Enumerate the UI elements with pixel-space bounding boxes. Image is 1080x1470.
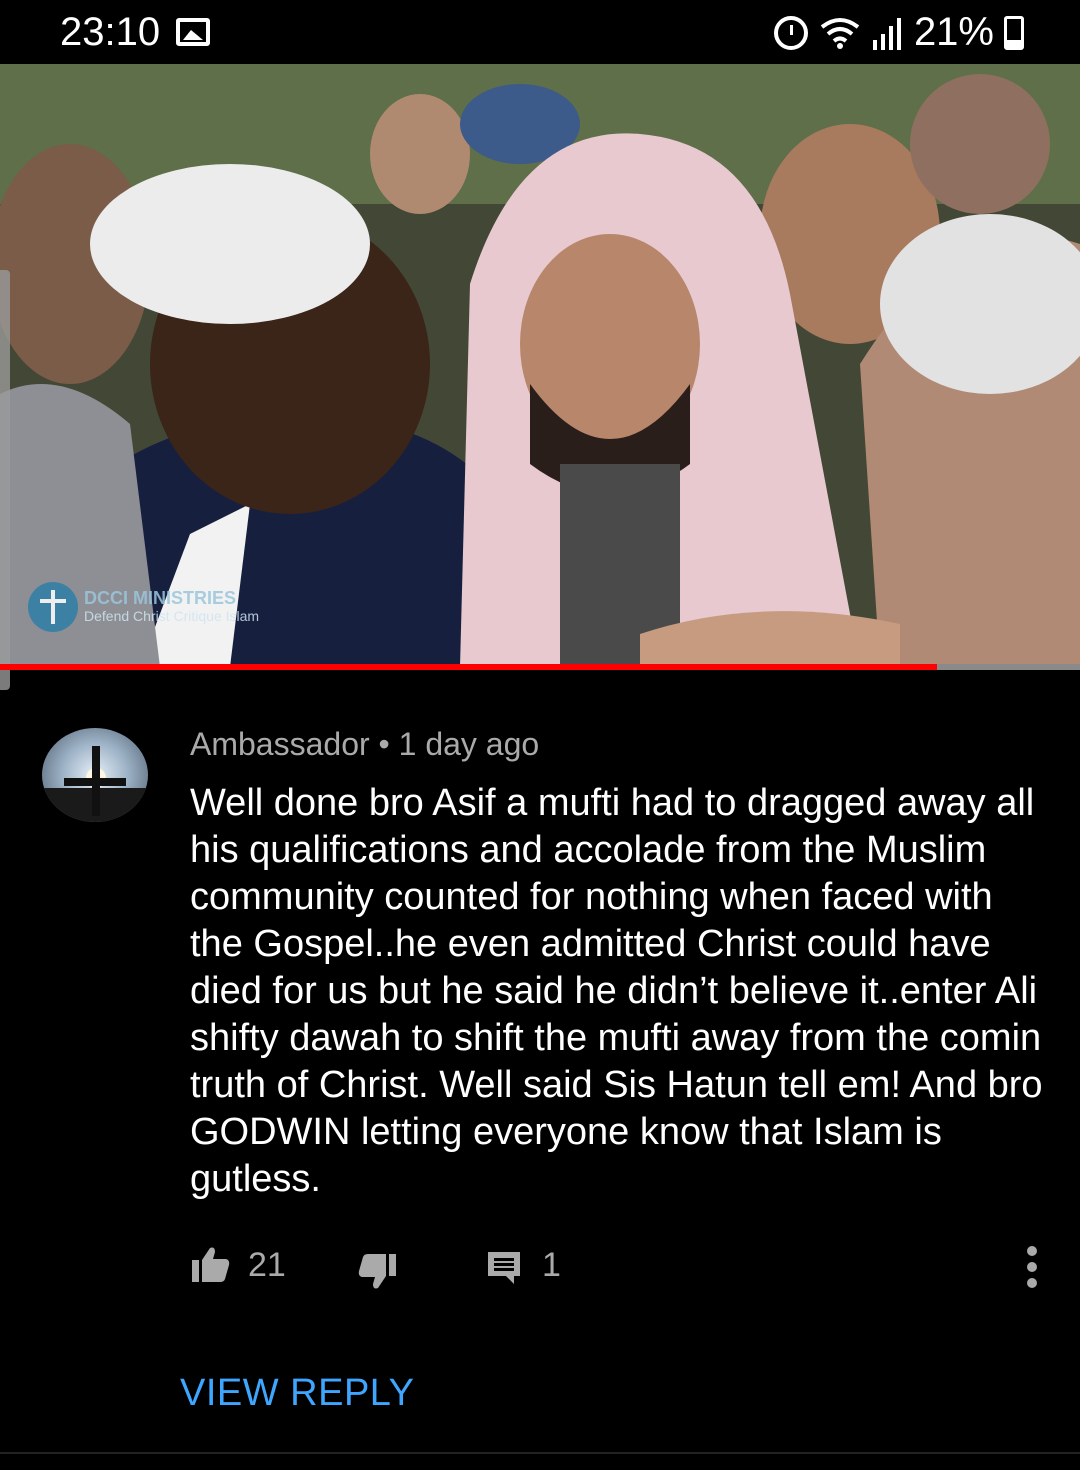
video-progress-bar[interactable] [0, 664, 1080, 670]
watermark-subtitle: Defend Christ Critique Islam [84, 608, 260, 625]
more-options-icon[interactable] [1026, 1246, 1038, 1288]
status-time: 23:10 [60, 10, 161, 54]
battery-icon [1004, 15, 1024, 50]
view-reply-button[interactable]: VIEW REPLY [180, 1372, 414, 1415]
thumbs-up-icon[interactable] [190, 1244, 230, 1284]
reply-icon[interactable] [486, 1250, 522, 1286]
video-frame [0, 64, 1080, 667]
avatar[interactable] [42, 728, 148, 822]
comment-time[interactable]: 1 day ago [399, 726, 540, 762]
comment-actions: 21 1 [190, 1242, 1050, 1292]
comment-author[interactable]: Ambassador [190, 726, 370, 762]
reply-count: 1 [542, 1246, 561, 1284]
watermark-logo-icon [28, 582, 78, 632]
status-bar: 23:10 21% [0, 0, 1080, 64]
signal-icon [872, 17, 901, 50]
video-player[interactable]: DCCI MINISTRIES Defend Christ Critique I… [0, 64, 1080, 667]
channel-watermark: DCCI MINISTRIES Defend Christ Critique I… [28, 582, 259, 632]
alarm-icon [773, 15, 808, 50]
gallery-icon [176, 18, 210, 46]
header-separator: • [378, 726, 390, 762]
wifi-icon [818, 15, 862, 51]
divider [0, 1452, 1080, 1454]
battery-percentage: 21% [913, 10, 994, 54]
status-icons: 21% [773, 10, 1024, 55]
like-count: 21 [248, 1246, 286, 1284]
video-progress-fill [0, 664, 938, 670]
comment-text: Well done bro Asif a mufti had to dragge… [190, 782, 1043, 1200]
watermark-title: DCCI MINISTRIES [84, 588, 237, 609]
thumbs-down-icon[interactable] [358, 1252, 398, 1292]
edge-panel-handle[interactable] [0, 270, 10, 690]
comment-header: Ambassador • 1 day ago [190, 726, 539, 763]
